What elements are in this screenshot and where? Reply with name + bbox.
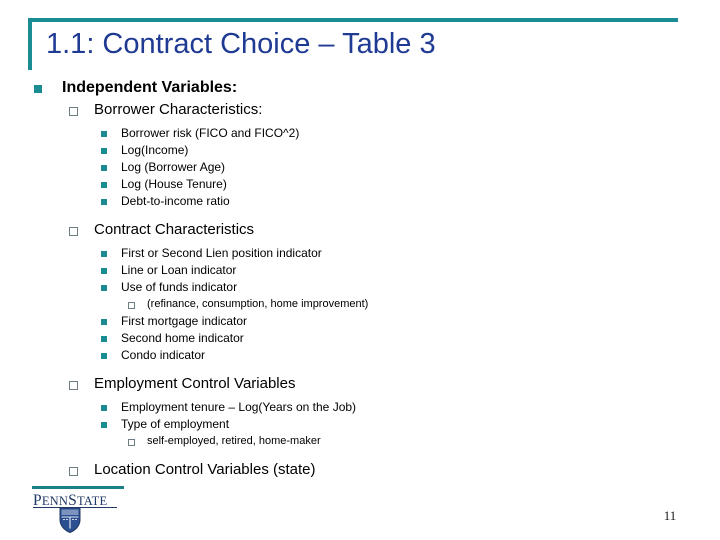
outline-item-label: Use of funds indicator	[121, 280, 238, 294]
outline-item-independent-variables: Independent Variables:	[34, 78, 694, 100]
bullet-square-hollow-icon	[69, 107, 78, 116]
slide-body-outline: Independent Variables: Borrower Characte…	[34, 78, 694, 481]
outline-item-use-of-funds-detail: (refinance, consumption, home improvemen…	[128, 297, 694, 314]
page-title: 1.1: Contract Choice – Table 3	[46, 28, 436, 60]
outline-item-label: Employment Control Variables	[94, 375, 296, 392]
outline-item-label: Log (Borrower Age)	[121, 160, 226, 174]
bullet-square-filled-icon	[101, 268, 107, 274]
outline-item-type-of-employment-detail: self-employed, retired, home-maker	[128, 434, 694, 451]
bullet-square-filled-icon	[101, 251, 107, 257]
outline-item-log-income: Log(Income)	[101, 143, 694, 160]
outline-item-log-borrower-age: Log (Borrower Age)	[101, 160, 694, 177]
outline-item-type-of-employment: Type of employment	[101, 417, 694, 434]
outline-item-label: Contract Characteristics	[94, 221, 255, 238]
outline-item-lien-position-indicator: First or Second Lien position indicator	[101, 246, 694, 263]
bullet-square-hollow-icon	[128, 302, 135, 309]
bullet-square-filled-icon	[101, 422, 107, 428]
outline-item-borrower-characteristics: Borrower Characteristics:	[69, 100, 694, 121]
outline-item-label: Borrower risk (FICO and FICO^2)	[121, 126, 300, 140]
bullet-square-hollow-icon	[128, 439, 135, 446]
outline-item-label: (refinance, consumption, home improvemen…	[147, 298, 369, 310]
outline-item-label: Log(Income)	[121, 143, 189, 157]
penn-state-shield-icon	[59, 507, 81, 533]
outline-item-borrower-risk: Borrower risk (FICO and FICO^2)	[101, 126, 694, 143]
bullet-square-filled-icon	[101, 353, 107, 359]
outline-item-condo-indicator: Condo indicator	[101, 348, 694, 365]
outline-item-second-home-indicator: Second home indicator	[101, 331, 694, 348]
outline-item-label: Independent Variables:	[62, 79, 238, 96]
outline-item-label: self-employed, retired, home-maker	[147, 435, 321, 447]
outline-item-label: Location Control Variables (state)	[94, 461, 316, 478]
bullet-square-filled-icon	[34, 85, 42, 93]
outline-item-employment-tenure: Employment tenure – Log(Years on the Job…	[101, 400, 694, 417]
bullet-square-filled-icon	[101, 336, 107, 342]
bullet-square-hollow-icon	[69, 467, 78, 476]
outline-item-first-mortgage-indicator: First mortgage indicator	[101, 314, 694, 331]
outline-item-label: Condo indicator	[121, 348, 206, 362]
outline-item-label: Second home indicator	[121, 331, 244, 345]
bullet-square-hollow-icon	[69, 227, 78, 236]
bullet-square-filled-icon	[101, 405, 107, 411]
outline-item-employment-control-variables: Employment Control Variables	[69, 374, 694, 395]
wordmark-tate: TATE	[76, 494, 108, 508]
outline-item-contract-characteristics: Contract Characteristics	[69, 220, 694, 241]
outline-item-location-control-variables: Location Control Variables (state)	[69, 460, 694, 481]
bullet-square-filled-icon	[101, 165, 107, 171]
footer-divider	[32, 486, 124, 489]
outline-item-log-house-tenure: Log (House Tenure)	[101, 177, 694, 194]
title-block: 1.1: Contract Choice – Table 3	[28, 18, 678, 70]
bullet-square-filled-icon	[101, 131, 107, 137]
bullet-square-filled-icon	[101, 148, 107, 154]
bullet-square-filled-icon	[101, 199, 107, 205]
outline-item-label: Debt-to-income ratio	[121, 194, 230, 208]
outline-item-label: First or Second Lien position indicator	[121, 246, 322, 260]
bullet-square-filled-icon	[101, 285, 107, 291]
bullet-square-hollow-icon	[69, 381, 78, 390]
outline-item-label: Borrower Characteristics:	[94, 101, 263, 118]
outline-item-label: Line or Loan indicator	[121, 263, 237, 277]
wordmark-penn: ENN	[41, 494, 69, 508]
penn-state-logo: PENNSTATE	[33, 492, 143, 536]
outline-item-debt-to-income-ratio: Debt-to-income ratio	[101, 194, 694, 211]
outline-item-use-of-funds-indicator: Use of funds indicator	[101, 280, 694, 297]
outline-item-label: Type of employment	[121, 417, 230, 431]
outline-item-label: First mortgage indicator	[121, 314, 248, 328]
bullet-square-filled-icon	[101, 182, 107, 188]
bullet-square-filled-icon	[101, 319, 107, 325]
outline-item-line-or-loan-indicator: Line or Loan indicator	[101, 263, 694, 280]
page-number: 11	[663, 508, 677, 523]
outline-item-label: Employment tenure – Log(Years on the Job…	[121, 400, 357, 414]
outline-item-label: Log (House Tenure)	[121, 177, 227, 191]
